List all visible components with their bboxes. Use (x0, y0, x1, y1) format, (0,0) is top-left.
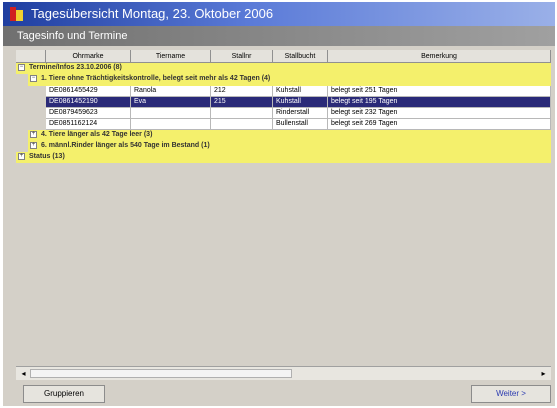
scroll-left-icon[interactable]: ◂ (18, 368, 29, 379)
cell-ohrmarke: DE0879459623 (46, 108, 131, 119)
collapse-icon[interactable]: − (30, 74, 37, 82)
cell-tiername (131, 119, 211, 130)
expand-icon[interactable]: + (30, 141, 37, 149)
column-header-ohrmarke[interactable]: Ohrmarke (46, 50, 131, 63)
column-header-indent (16, 50, 46, 63)
cell-bemerkung: belegt seit 251 Tagen (328, 86, 551, 97)
cell-bemerkung: belegt seit 195 Tagen (328, 97, 551, 108)
cell-stallnr: 212 (211, 86, 273, 97)
window-title: Tagesübersicht Montag, 23. Oktober 2006 (31, 6, 274, 21)
cell-stallbucht: Rinderstall (273, 108, 328, 119)
group-label-termine: Termine/Infos 23.10.2006 (8) (29, 64, 122, 71)
table-row-selected[interactable]: DE0861452190 Eva 215 Kuhstall belegt sei… (46, 97, 551, 108)
expand-icon[interactable]: + (18, 152, 25, 160)
cell-stallnr (211, 108, 273, 119)
section-header: Tagesinfo und Termine (3, 26, 555, 46)
group-label-ohne-kontrolle: 1. Tiere ohne Trächtigkeitskontrolle, be… (41, 75, 271, 82)
data-grid: Ohrmarke Tiername Stallnr Stallbucht Bem… (16, 50, 551, 365)
cell-stallnr (211, 119, 273, 130)
app-window: Tagesübersicht Montag, 23. Oktober 2006 … (3, 2, 555, 406)
cell-bemerkung: belegt seit 269 Tagen (328, 119, 551, 130)
column-header-tiername[interactable]: Tiername (131, 50, 211, 63)
cell-bemerkung: belegt seit 232 Tagen (328, 108, 551, 119)
section-title: Tagesinfo und Termine (17, 30, 128, 42)
column-header-stallbucht[interactable]: Stallbucht (273, 50, 328, 63)
group-row-termine[interactable]: − Termine/Infos 23.10.2006 (8) (16, 63, 551, 74)
cell-stallbucht: Kuhstall (273, 97, 328, 108)
group-label-leer: 4. Tiere länger als 42 Tage leer (3) (41, 131, 153, 138)
group-row-ohne-kontrolle[interactable]: −1. Tiere ohne Trächtigkeitskontrolle, b… (28, 74, 551, 86)
group-row-leer[interactable]: +4. Tiere länger als 42 Tage leer (3) (28, 130, 551, 141)
expand-icon[interactable]: + (30, 130, 37, 138)
cell-tiername (131, 108, 211, 119)
cell-stallbucht: Bullenstall (273, 119, 328, 130)
cell-tiername: Eva (131, 97, 211, 108)
app-icon (10, 7, 23, 21)
table-row[interactable]: DE0861455429 Ranola 212 Kuhstall belegt … (46, 86, 551, 97)
cell-ohrmarke: DE0851162124 (46, 119, 131, 130)
weiter-button[interactable]: Weiter > (471, 385, 551, 403)
cell-stallnr: 215 (211, 97, 273, 108)
collapse-icon[interactable]: − (18, 63, 25, 71)
scrollbar-thumb[interactable] (30, 369, 292, 378)
table-row[interactable]: DE0879459623 Rinderstall belegt seit 232… (46, 108, 551, 119)
scroll-right-icon[interactable]: ▸ (538, 368, 549, 379)
group-row-status[interactable]: + Status (13) (16, 152, 551, 163)
table-row[interactable]: DE0851162124 Bullenstall belegt seit 269… (46, 119, 551, 130)
column-header-row: Ohrmarke Tiername Stallnr Stallbucht Bem… (16, 50, 551, 63)
cell-stallbucht: Kuhstall (273, 86, 328, 97)
bottom-bar: Gruppieren Weiter > (3, 380, 555, 406)
column-header-stallnr[interactable]: Stallnr (211, 50, 273, 63)
column-header-bemerkung[interactable]: Bemerkung (328, 50, 551, 63)
horizontal-scrollbar[interactable]: ◂ ▸ (16, 366, 551, 380)
cell-ohrmarke: DE0861452190 (46, 97, 131, 108)
title-bar[interactable]: Tagesübersicht Montag, 23. Oktober 2006 (3, 2, 555, 26)
group-label-maennl-rinder: 6. männl.Rinder länger als 540 Tage im B… (41, 142, 210, 149)
cell-ohrmarke: DE0861455429 (46, 86, 131, 97)
group-row-maennl-rinder[interactable]: +6. männl.Rinder länger als 540 Tage im … (28, 141, 551, 152)
gruppieren-button[interactable]: Gruppieren (23, 385, 105, 403)
cell-tiername: Ranola (131, 86, 211, 97)
group-label-status: Status (13) (29, 153, 65, 160)
